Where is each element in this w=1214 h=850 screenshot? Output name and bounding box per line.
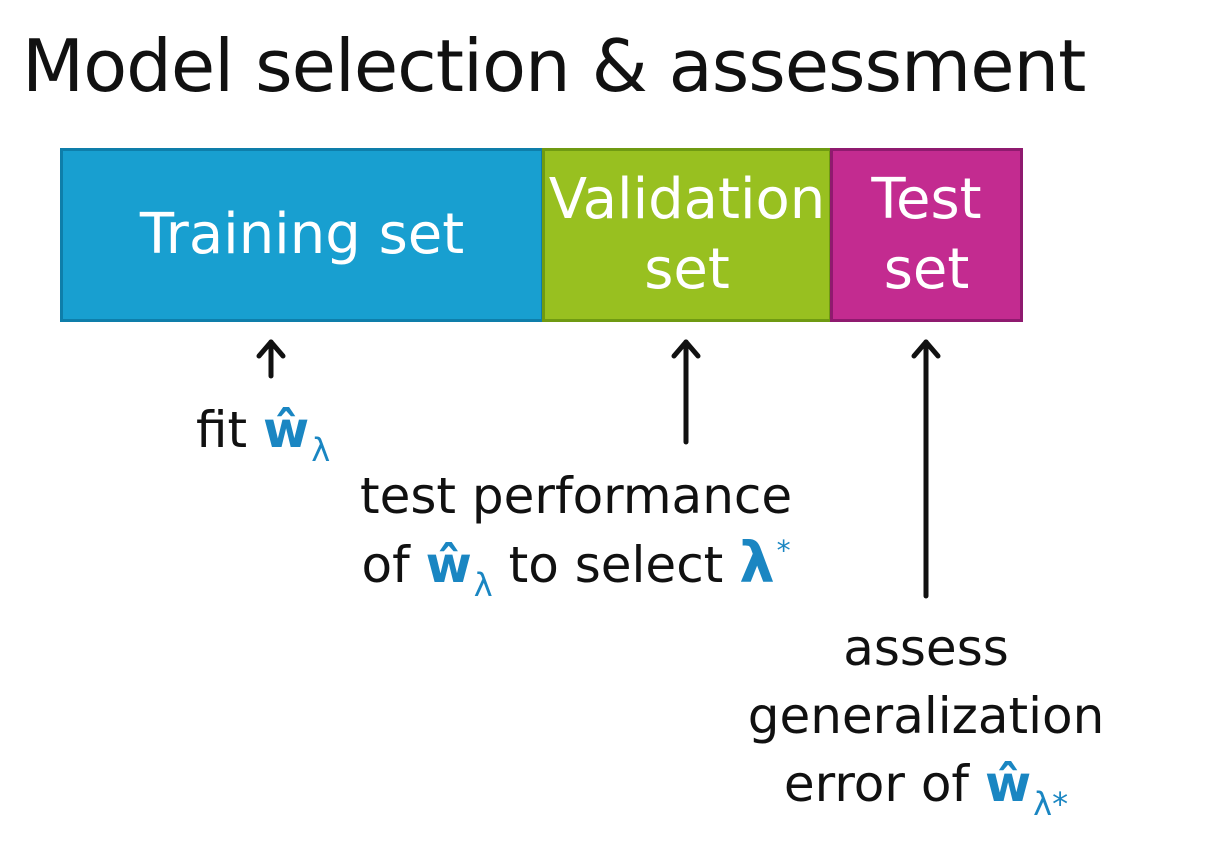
validation-caption: test performance of ŵλ to select λ*	[360, 462, 792, 607]
fit-caption: fit ŵλ	[196, 396, 330, 470]
validation-caption-line1: test performance	[360, 467, 793, 525]
lambda-subscript: λ	[473, 566, 493, 604]
lambda-star-subscript: λ*	[1033, 785, 1069, 823]
test-caption-line2: generalization	[747, 687, 1105, 745]
test-arrow-icon	[911, 339, 941, 599]
training-arrow-icon	[256, 339, 286, 379]
test-caption-line1: assess	[843, 619, 1009, 677]
error-of-text: error of	[783, 755, 970, 813]
validation-arrow-icon	[671, 339, 701, 445]
w-hat-symbol: ŵ	[984, 755, 1032, 813]
w-hat-symbol: ŵ	[425, 536, 472, 594]
test-caption-line3: error of ŵλ*	[726, 750, 1126, 824]
to-select-text: to select	[508, 536, 724, 594]
validation-caption-line2: of ŵλ to select λ*	[360, 530, 792, 607]
fit-word: fit	[196, 401, 248, 459]
lambda-symbol: λ	[739, 531, 775, 596]
of-word: of	[361, 536, 410, 594]
lambda-subscript: λ	[311, 431, 331, 469]
star-superscript: *	[776, 534, 791, 567]
w-hat-symbol: ŵ	[263, 401, 310, 459]
test-caption: assess generalization error of ŵλ*	[726, 614, 1126, 824]
